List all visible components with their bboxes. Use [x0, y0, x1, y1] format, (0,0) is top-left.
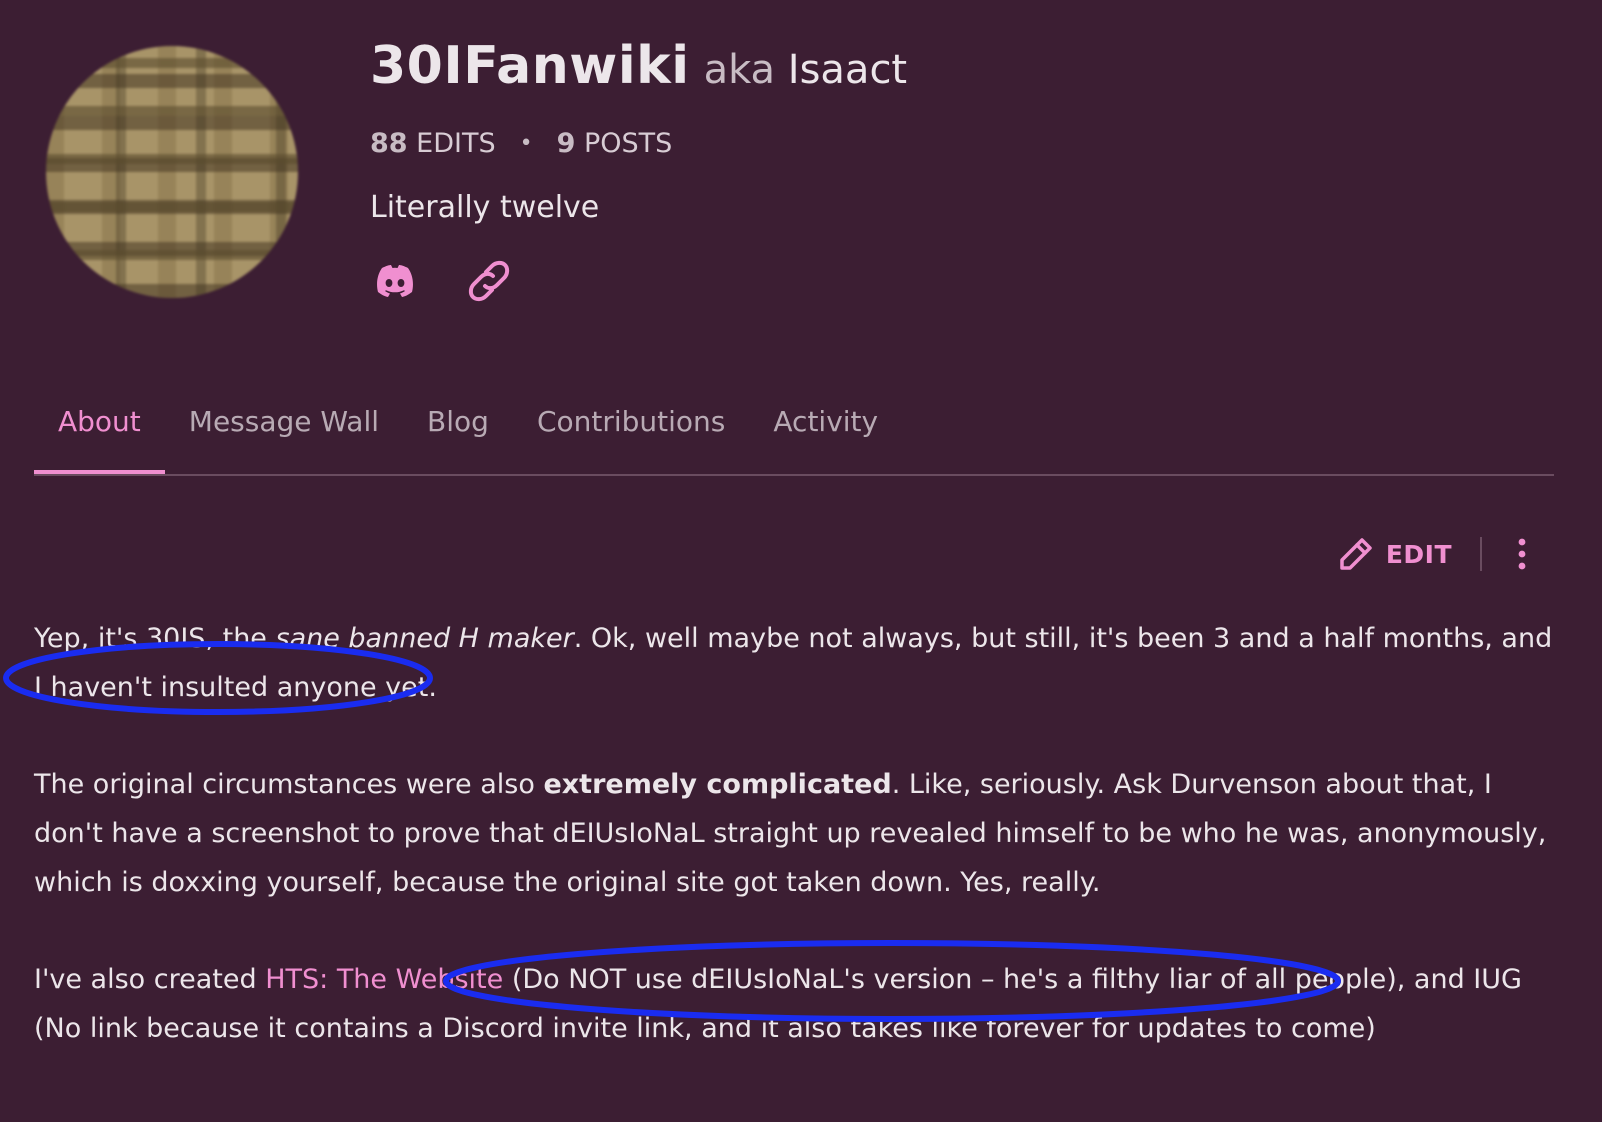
tab-blog[interactable]: Blog [403, 402, 513, 472]
content-toolbar: EDIT [1336, 534, 1534, 574]
edit-button[interactable]: EDIT [1336, 534, 1452, 574]
avatar [46, 46, 298, 298]
link-icon[interactable] [464, 256, 514, 306]
pencil-icon [1340, 538, 1372, 570]
emphasis-text: sane banned H maker [275, 623, 574, 654]
tab-message-wall[interactable]: Message Wall [165, 402, 403, 472]
text-run: The original circumstances were also [34, 769, 544, 800]
edits-stat[interactable]: 88 EDITS [370, 128, 496, 159]
stats-separator: • [519, 131, 533, 156]
posts-count: 9 [556, 128, 576, 159]
tabs-divider [34, 474, 1554, 476]
more-vertical-icon[interactable] [1510, 534, 1534, 574]
about-content: Yep, it's 30IS, the sane banned H maker.… [34, 614, 1564, 1101]
about-paragraph: I've also created HTS: The Website (Do N… [34, 955, 1564, 1053]
profile-bio: Literally twelve [370, 190, 600, 225]
tab-contributions[interactable]: Contributions [513, 402, 749, 472]
toolbar-divider [1480, 537, 1482, 571]
website-link[interactable]: HTS: The Website [265, 964, 503, 995]
edits-count: 88 [370, 128, 408, 159]
posts-stat[interactable]: 9 POSTS [557, 128, 673, 159]
discord-icon[interactable] [370, 256, 420, 306]
about-paragraph: Yep, it's 30IS, the sane banned H maker.… [34, 614, 1564, 712]
profile-tabs: About Message Wall Blog Contributions Ac… [34, 402, 902, 476]
profile-header: 30IFanwiki aka Isaact [370, 36, 907, 96]
bold-text: extremely complicated [543, 769, 892, 800]
text-run: Yep, it's 30IS, the [34, 623, 276, 654]
aka-name: Isaact [787, 47, 908, 93]
aka-prefix: aka [703, 47, 776, 93]
text-run: I've also created [34, 964, 266, 995]
about-paragraph: The original circumstances were also ext… [34, 760, 1564, 907]
tab-about[interactable]: About [34, 402, 165, 476]
profile-stats: 88 EDITS • 9 POSTS [370, 128, 672, 159]
edits-label: EDITS [416, 128, 496, 159]
username: 30IFanwiki [370, 36, 690, 96]
social-links [370, 256, 514, 306]
aka-label: aka Isaact [704, 47, 908, 93]
tab-activity[interactable]: Activity [749, 402, 902, 472]
posts-label: POSTS [584, 128, 673, 159]
edit-label: EDIT [1385, 539, 1452, 569]
